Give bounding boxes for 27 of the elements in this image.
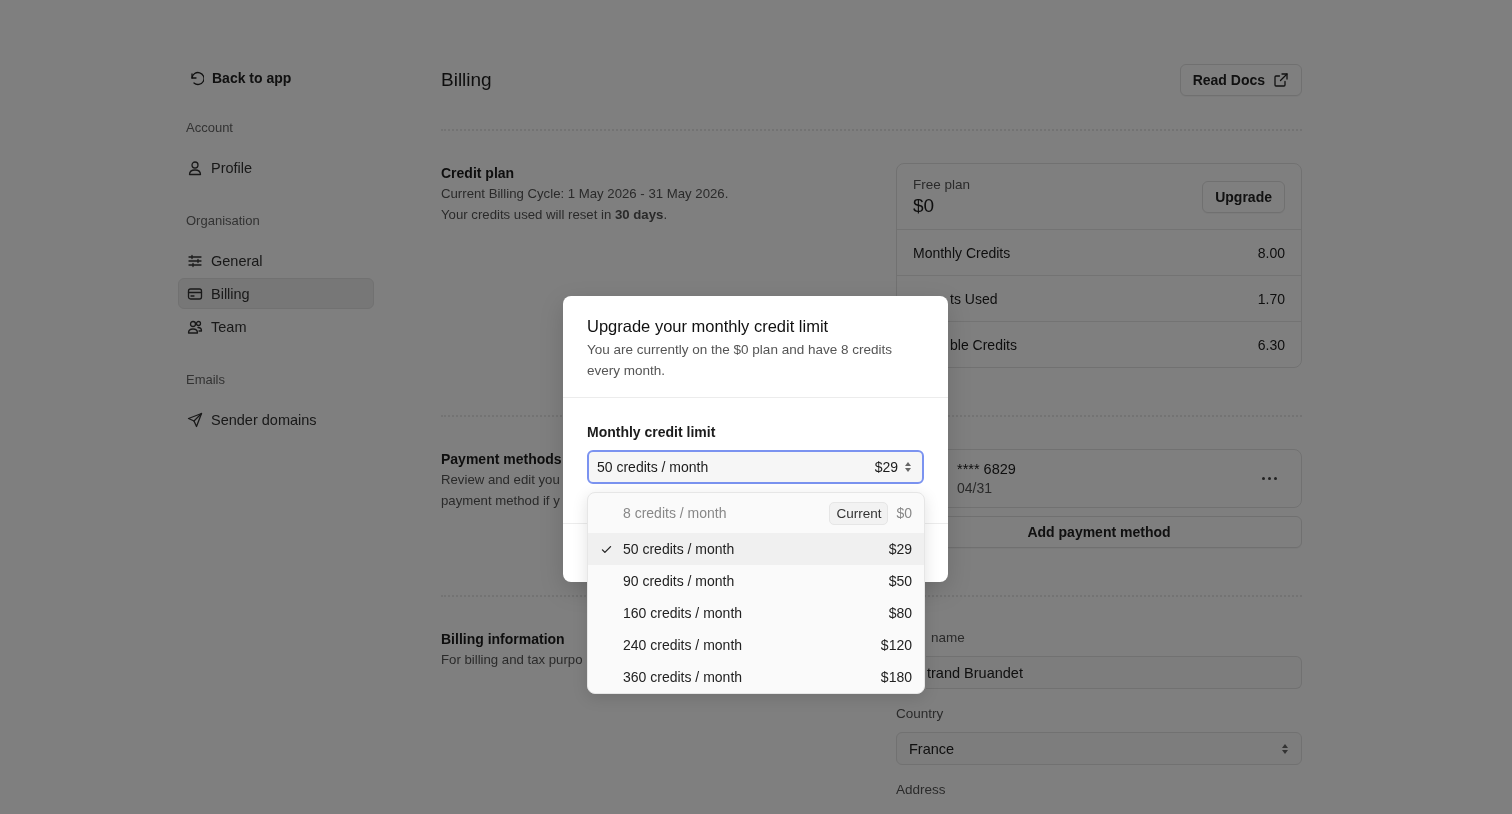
section-description: Current Billing Cycle: 1 May 2026 - 31 May 2026. Your credits used will reset in 30 days. [441,185,729,224]
field-label: name [931,629,965,647]
section-heading: Organisation [185,212,261,230]
card-number: **** 6829 [957,461,1016,477]
section-title: Billing information [441,630,565,649]
row-value: 6.30 [1257,336,1285,353]
modal-title: Upgrade your monthly credit limit [587,316,830,337]
page-title: Billing [441,69,492,91]
section-title: Payment methods [441,450,562,469]
row-label: Monthly Credits [913,244,1011,261]
section-title: Credit plan [441,164,515,183]
section-description: Review and edit you payment method if y [441,471,560,510]
card-expiry: 04/31 [957,480,994,496]
plan-name: Free plan [913,176,971,192]
field-label: Address [896,781,946,799]
modal-description: You are currently on the $0 plan and have 8 credits every month. [587,341,893,380]
field-label: Country [896,705,944,723]
field-label: Monthly credit limit [587,423,717,442]
section-description: For billing and tax purpo [441,651,583,669]
row-label: ts Used [949,290,998,307]
row-label: ble Credits [949,336,1017,353]
current-badge: Current [829,501,889,525]
plan-price: $0 [913,194,936,217]
row-value: 1.70 [1257,290,1285,307]
section-heading: Emails [185,371,226,389]
section-heading: Account [185,119,234,137]
row-value: 8.00 [1257,244,1285,261]
